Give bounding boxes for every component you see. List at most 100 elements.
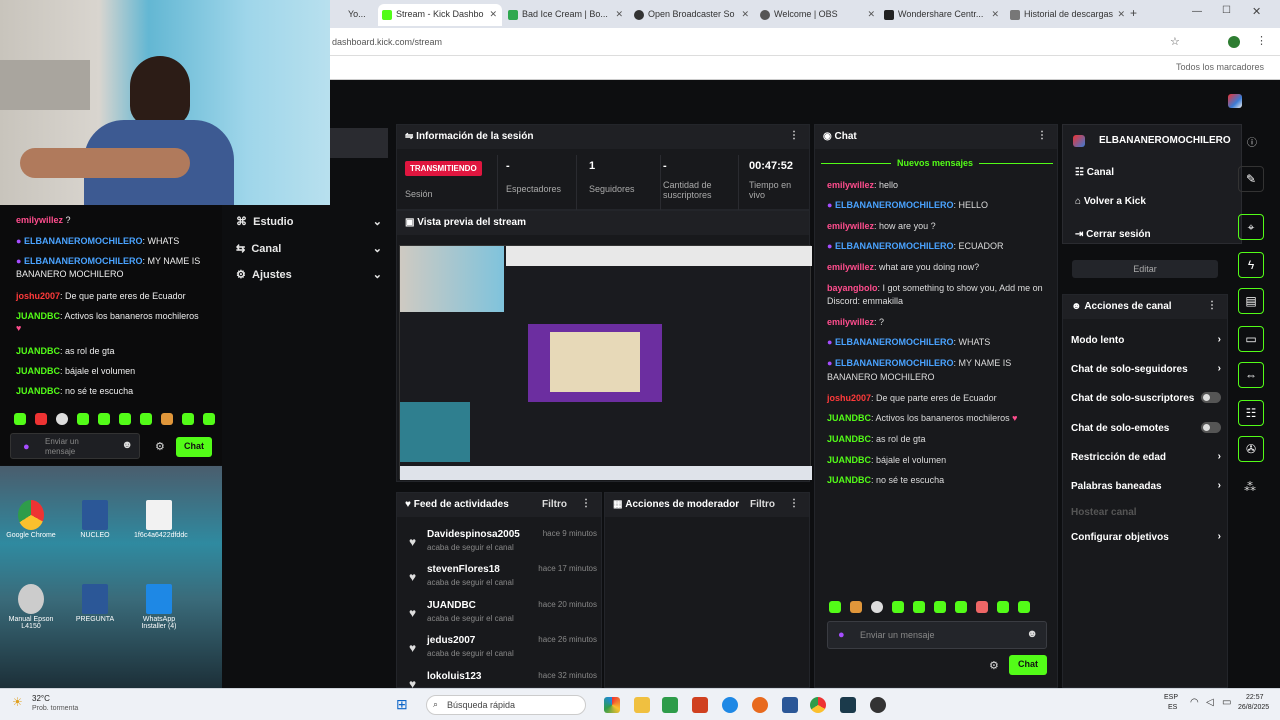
folder-icon[interactable] xyxy=(634,697,650,713)
excel-icon[interactable] xyxy=(662,697,678,713)
browser-tab[interactable]: Historial de descargas ✕ xyxy=(1006,4,1130,26)
browser-tab[interactable]: Bad Ice Cream | Bo... ✕ xyxy=(504,4,628,26)
more-icon[interactable]: ⋮ xyxy=(1207,300,1217,311)
feed-user[interactable]: jedus2007 xyxy=(427,635,475,646)
chat-user[interactable]: emilywillez xyxy=(827,180,874,190)
target-icon[interactable]: ⌖ xyxy=(1238,214,1264,240)
filter-button[interactable]: Filtro xyxy=(750,499,775,510)
chat-user[interactable]: JUANDBC xyxy=(827,475,871,485)
menu-icon[interactable]: ⋮ xyxy=(1256,34,1267,47)
menu-item-logout[interactable]: ⇥ Cerrar sesión xyxy=(1075,229,1151,240)
desktop-icon-file[interactable]: Manual Epson L4150 xyxy=(6,584,56,630)
action-slow-mode[interactable]: Modo lento › xyxy=(1071,334,1221,346)
edge-icon[interactable] xyxy=(722,697,738,713)
action-emotes-only[interactable]: Chat de solo-emotes xyxy=(1071,422,1221,434)
desktop-icon-chrome[interactable]: Google Chrome xyxy=(6,500,56,539)
chat-user[interactable]: ELBANANEROMOCHILERO xyxy=(835,337,954,347)
clock-time[interactable]: 22:57 xyxy=(1246,694,1264,701)
copilot-icon[interactable] xyxy=(604,697,620,713)
chrome-icon[interactable] xyxy=(810,697,826,713)
user-avatar[interactable] xyxy=(1228,94,1242,108)
action-subscribers-only[interactable]: Chat de solo-suscriptores xyxy=(1071,392,1221,404)
chat-user[interactable]: joshu2007 xyxy=(827,393,871,403)
edit-button[interactable]: Editar xyxy=(1072,260,1218,278)
feed-user[interactable]: stevenFlores18 xyxy=(427,564,500,575)
window-close-button[interactable]: ✕ xyxy=(1252,5,1261,18)
word-icon[interactable] xyxy=(782,697,798,713)
emote-icon[interactable] xyxy=(850,601,862,613)
close-icon[interactable]: ✕ xyxy=(615,9,623,20)
powerpoint-icon[interactable] xyxy=(692,697,708,713)
nav-item-estudio[interactable]: ⌘ Estudio ⌄ xyxy=(236,215,382,228)
menu-item-back-to-kick[interactable]: ⌂ Volver a Kick xyxy=(1075,196,1146,207)
chat-user[interactable]: emilywillez xyxy=(827,221,874,231)
emote-icon[interactable] xyxy=(829,601,841,613)
more-icon[interactable]: ⋮ xyxy=(789,498,799,509)
desktop-icon-file[interactable]: NUCLEO xyxy=(70,500,120,539)
link-icon[interactable]: ⇔ xyxy=(1238,362,1264,388)
wifi-icon[interactable]: ◠ xyxy=(1190,697,1199,708)
weather-icon[interactable]: ☀ xyxy=(12,695,23,709)
windows-start-icon[interactable]: ⊞ xyxy=(396,696,408,713)
chat-icon[interactable]: ▭ xyxy=(1238,326,1264,352)
close-icon[interactable]: ✕ xyxy=(741,9,749,20)
volume-icon[interactable]: ◁ xyxy=(1206,697,1214,708)
browser-tab[interactable]: Wondershare Centr... ✕ xyxy=(880,4,1004,26)
new-tab-button[interactable]: + xyxy=(1130,6,1137,20)
language-code[interactable]: ESP xyxy=(1164,694,1178,701)
emote-icon[interactable] xyxy=(892,601,904,613)
browser-tab-active[interactable]: Stream - Kick Dashbo ✕ xyxy=(378,4,502,26)
chat-input[interactable]: ● Enviar un mensaje ☻ xyxy=(827,621,1047,649)
emote-bar[interactable] xyxy=(829,601,1039,616)
desktop-icon-file[interactable]: WhatsApp Installer (4) xyxy=(134,584,184,630)
chat-user[interactable]: ELBANANEROMOCHILERO xyxy=(835,200,954,210)
chat-user[interactable]: JUANDBC xyxy=(827,455,871,465)
browser-tab[interactable]: Welcome | OBS ✕ xyxy=(756,4,880,26)
chat-user[interactable]: JUANDBC xyxy=(827,434,871,444)
document-icon[interactable]: ▤ xyxy=(1238,288,1264,314)
action-followers-only[interactable]: Chat de solo-seguidores › xyxy=(1071,363,1221,375)
feed-user[interactable]: lokoluis123 xyxy=(427,671,481,682)
pencil-icon[interactable]: ✎ xyxy=(1238,166,1264,192)
chat-user[interactable]: bayangbolo xyxy=(827,283,878,293)
action-age-restriction[interactable]: Restricción de edad › xyxy=(1071,451,1221,463)
close-icon[interactable]: ✕ xyxy=(867,9,875,20)
bolt-icon[interactable]: ϟ xyxy=(1238,252,1264,278)
menu-item-canal[interactable]: ☷ Canal xyxy=(1075,167,1114,178)
url-text[interactable]: dashboard.kick.com/stream xyxy=(332,37,442,47)
emote-icon[interactable] xyxy=(997,601,1009,613)
emoji-icon[interactable]: ☻ xyxy=(1026,628,1038,640)
more-icon[interactable]: ⋮ xyxy=(789,130,799,141)
close-icon[interactable]: ✕ xyxy=(1117,9,1125,20)
emote-icon[interactable] xyxy=(955,601,967,613)
browser-tab[interactable]: Yo... xyxy=(330,4,374,26)
toggle-switch[interactable] xyxy=(1201,422,1221,433)
action-banned-words[interactable]: Palabras baneadas › xyxy=(1071,480,1221,492)
obs-icon[interactable] xyxy=(870,697,886,713)
all-bookmarks[interactable]: Todos los marcadores xyxy=(1176,62,1264,72)
firefox-icon[interactable] xyxy=(752,697,768,713)
info-icon[interactable]: ⓘ xyxy=(1247,134,1257,149)
chat-user[interactable]: ELBANANEROMOCHILERO xyxy=(835,241,954,251)
profile-avatar[interactable] xyxy=(1228,36,1240,48)
desktop-icon-file[interactable]: PREGUNTA xyxy=(70,584,120,623)
emote-icon[interactable] xyxy=(976,601,988,613)
nav-item-ajustes[interactable]: ⚙ Ajustes ⌄ xyxy=(236,268,382,281)
browser-tab[interactable]: Open Broadcaster So ✕ xyxy=(630,4,754,26)
clock-date[interactable]: 26/8/2025 xyxy=(1238,704,1269,711)
star-icon[interactable]: ☆ xyxy=(1170,35,1180,48)
chat-user[interactable]: ELBANANEROMOCHILERO xyxy=(835,358,954,368)
nav-item-canal[interactable]: ⇆ Canal ⌄ xyxy=(236,242,382,255)
action-set-goals[interactable]: Configurar objetivos › xyxy=(1071,531,1221,543)
settings-nodes-icon[interactable]: ⁂ xyxy=(1244,480,1256,494)
gear-icon[interactable]: ⚙ xyxy=(989,659,999,672)
minimize-button[interactable]: — xyxy=(1192,6,1202,17)
close-icon[interactable]: ✕ xyxy=(991,9,999,20)
users-icon[interactable]: ☷ xyxy=(1238,400,1264,426)
taskbar-search[interactable]: ⌕ Búsqueda rápida xyxy=(426,695,586,715)
wrench-icon[interactable]: ✇ xyxy=(1238,436,1264,462)
maximize-button[interactable]: ☐ xyxy=(1222,5,1231,16)
stream-preview-video[interactable] xyxy=(399,245,812,480)
emote-icon[interactable] xyxy=(913,601,925,613)
more-icon[interactable]: ⋮ xyxy=(1037,130,1047,141)
